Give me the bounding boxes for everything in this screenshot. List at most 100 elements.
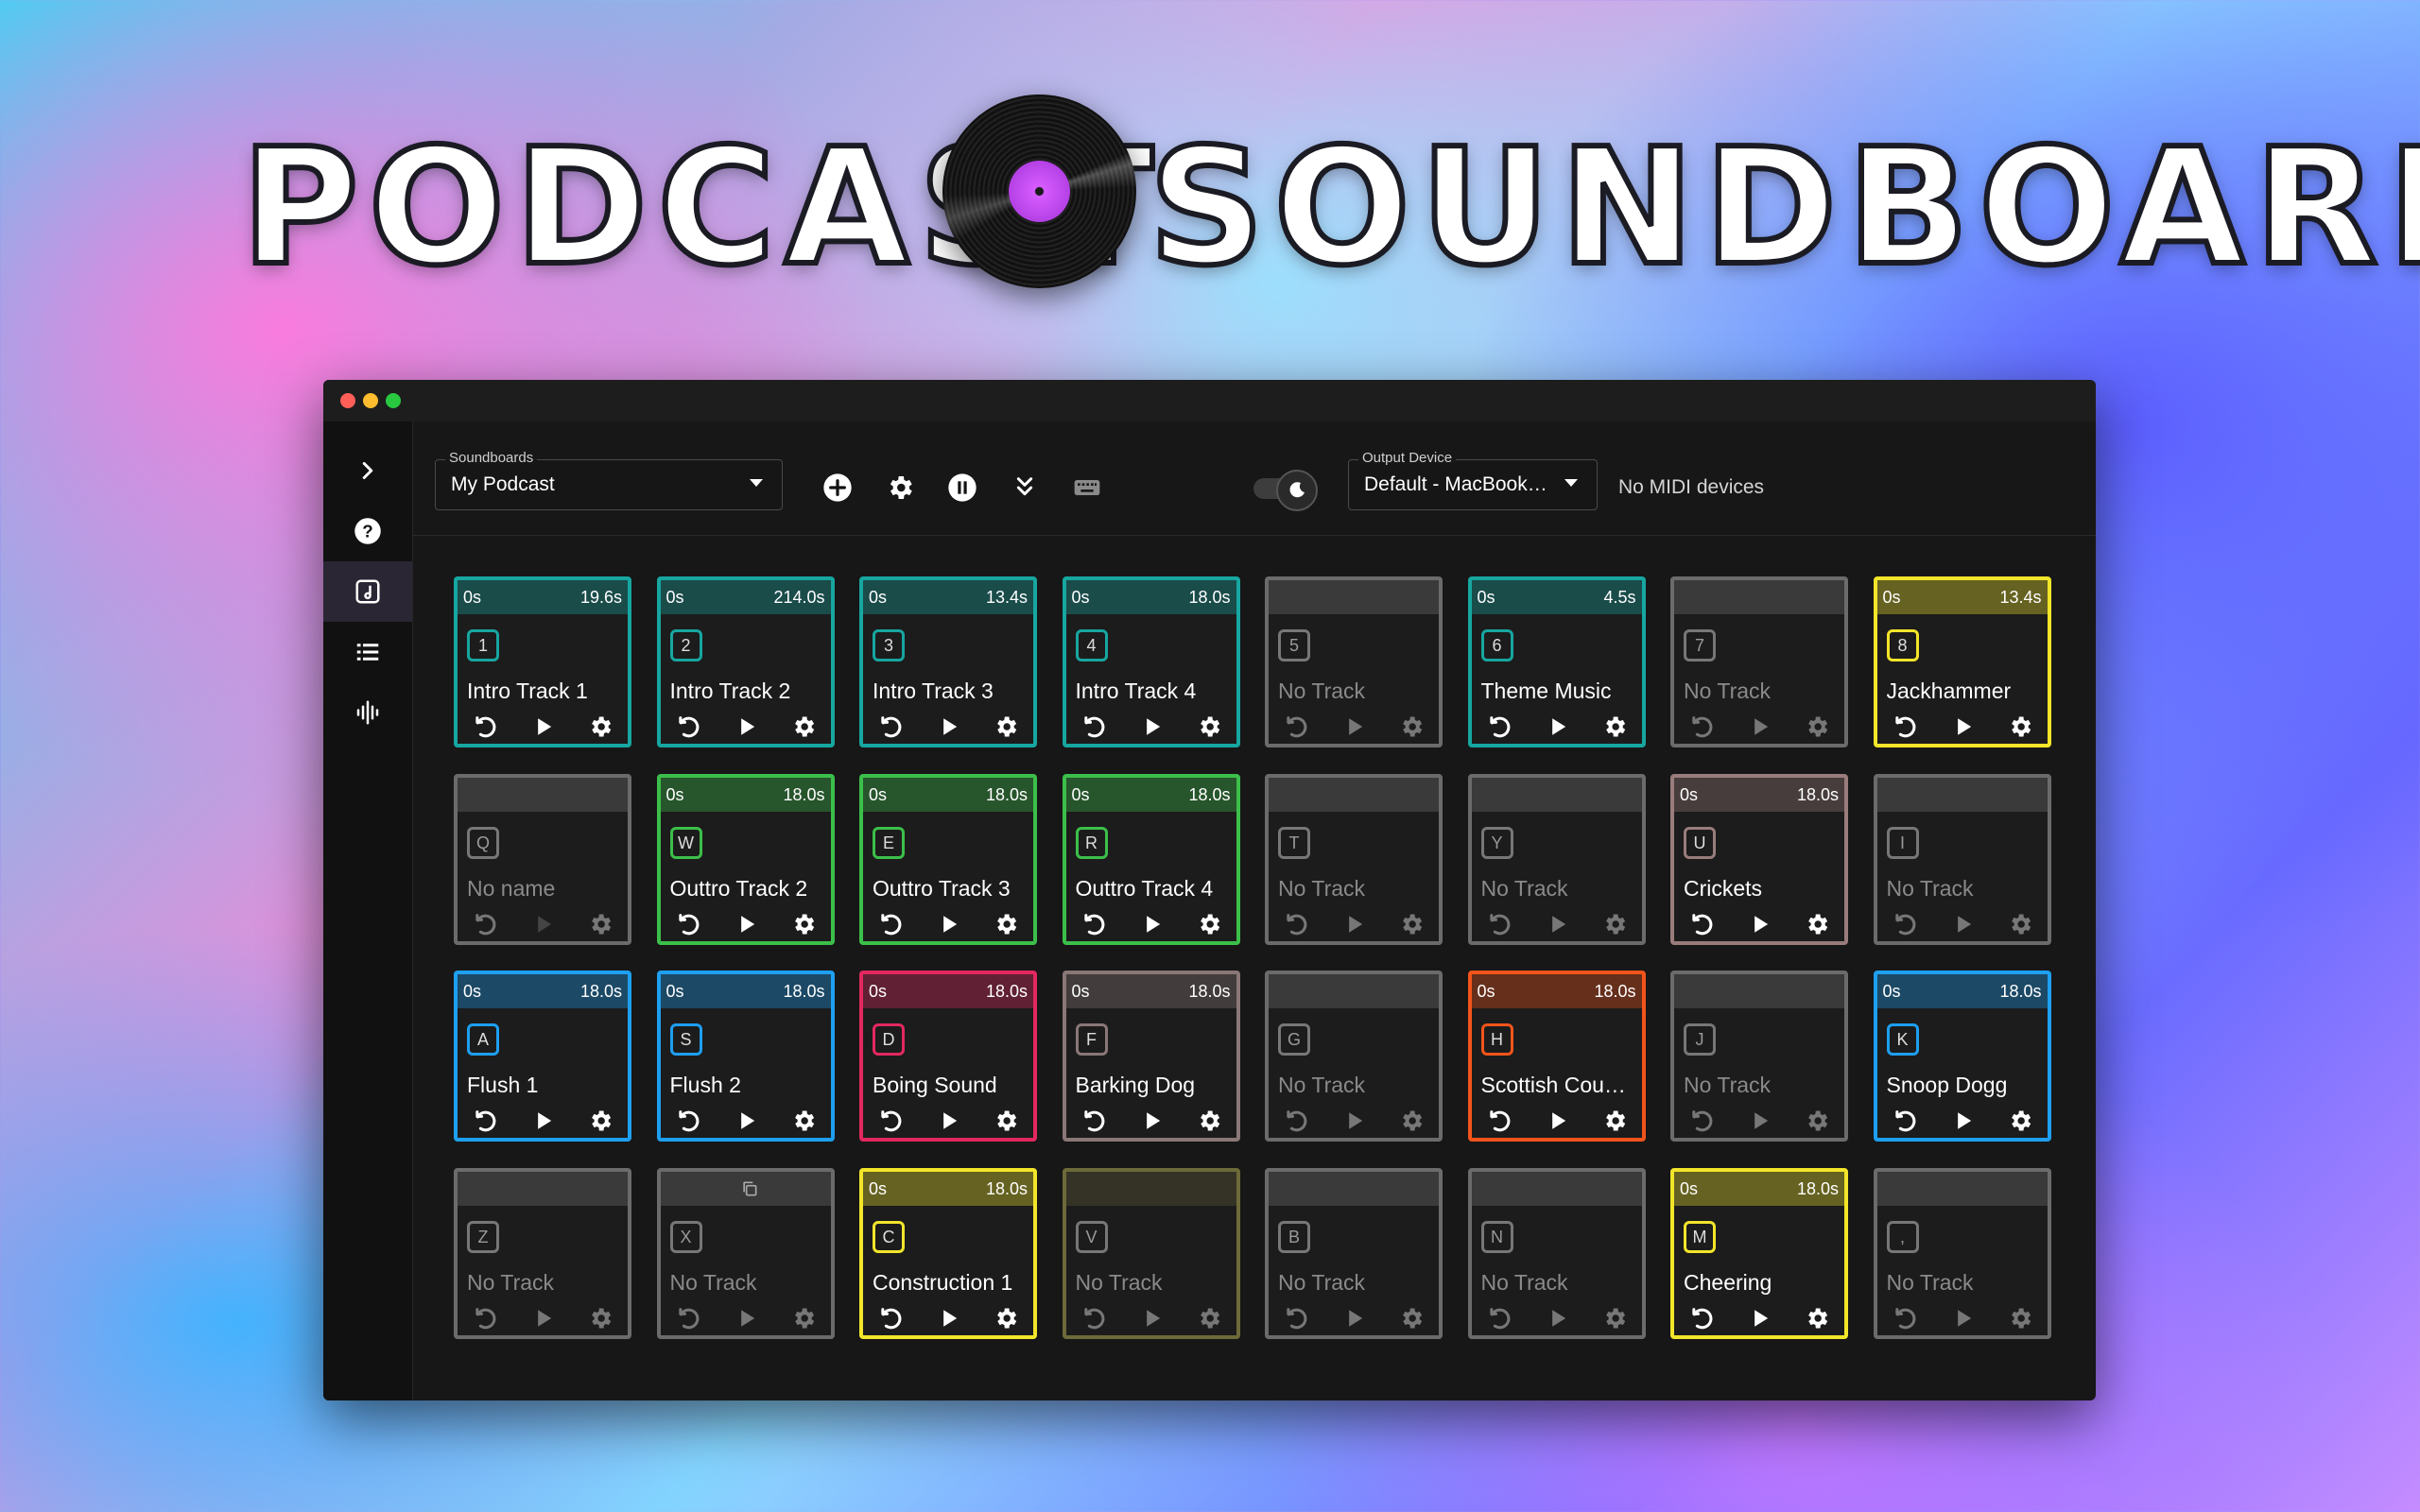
sound-pad-8[interactable]: 0s 13.4s 8 Jackhammer (1873, 576, 2051, 747)
restart-button[interactable] (876, 713, 905, 741)
play-button[interactable] (1138, 1304, 1167, 1332)
sound-pad-7[interactable]: 7 No Track (1670, 576, 1848, 747)
play-button[interactable] (1544, 713, 1572, 741)
play-button[interactable] (1746, 713, 1774, 741)
play-button[interactable] (733, 910, 761, 938)
restart-button[interactable] (1891, 910, 1919, 938)
sound-pad-z[interactable]: Z No Track (454, 1167, 631, 1339)
pad-settings-button[interactable] (586, 1304, 614, 1332)
dark-mode-toggle[interactable] (1253, 470, 1318, 511)
pad-settings-button[interactable] (789, 1107, 818, 1135)
restart-button[interactable] (471, 713, 499, 741)
pad-settings-button[interactable] (992, 1304, 1020, 1332)
sound-pad-r[interactable]: 0s 18.0s R Outtro Track 4 (1062, 773, 1240, 945)
sound-pad-w[interactable]: 0s 18.0s W Outtro Track 2 (656, 773, 835, 945)
add-soundboard-button[interactable] (819, 469, 856, 507)
play-button[interactable] (733, 1107, 761, 1135)
sound-pad-c[interactable]: 0s 18.0s C Construction 1 (859, 1167, 1037, 1339)
play-button[interactable] (1949, 1107, 1978, 1135)
sound-pad-y[interactable]: Y No Track (1467, 773, 1646, 945)
play-button[interactable] (733, 713, 761, 741)
pad-settings-button[interactable] (1803, 910, 1831, 938)
sound-pad-x[interactable]: X No Track (656, 1167, 835, 1339)
help-button[interactable]: ? (323, 501, 412, 561)
play-button[interactable] (529, 1304, 558, 1332)
pad-settings-button[interactable] (789, 1304, 818, 1332)
restart-button[interactable] (1080, 713, 1108, 741)
restart-button[interactable] (471, 1107, 499, 1135)
sound-pad-5[interactable]: 5 No Track (1265, 576, 1443, 747)
pad-settings-button[interactable] (1195, 1304, 1223, 1332)
play-button[interactable] (935, 1304, 963, 1332)
sound-pad-4[interactable]: 0s 18.0s 4 Intro Track 4 (1062, 576, 1240, 747)
restart-button[interactable] (1485, 1304, 1513, 1332)
play-button[interactable] (1949, 910, 1978, 938)
play-button[interactable] (1746, 1107, 1774, 1135)
sound-pad-a[interactable]: 0s 18.0s A Flush 1 (454, 971, 631, 1142)
sound-pad-v[interactable]: V No Track (1062, 1167, 1240, 1339)
restart-button[interactable] (674, 910, 702, 938)
sound-pad-6[interactable]: 0s 4.5s 6 Theme Music (1467, 576, 1646, 747)
play-button[interactable] (529, 713, 558, 741)
play-button[interactable] (733, 1304, 761, 1332)
settings-button[interactable] (881, 469, 919, 507)
collapse-button[interactable] (1006, 469, 1044, 507)
play-button[interactable] (529, 1107, 558, 1135)
pad-settings-button[interactable] (992, 713, 1020, 741)
pad-settings-button[interactable] (789, 713, 818, 741)
restart-button[interactable] (1282, 1107, 1310, 1135)
play-button[interactable] (1949, 713, 1978, 741)
restart-button[interactable] (471, 1304, 499, 1332)
pad-settings-button[interactable] (1397, 713, 1426, 741)
pad-settings-button[interactable] (789, 910, 818, 938)
restart-button[interactable] (674, 1107, 702, 1135)
restart-button[interactable] (1687, 1304, 1716, 1332)
soundboard-select[interactable]: Soundboards My Podcast (435, 450, 783, 510)
sound-pad-n[interactable]: N No Track (1467, 1167, 1646, 1339)
restart-button[interactable] (1485, 910, 1513, 938)
pad-settings-button[interactable] (1195, 910, 1223, 938)
pad-settings-button[interactable] (2006, 910, 2034, 938)
restart-button[interactable] (1282, 1304, 1310, 1332)
play-button[interactable] (1544, 1107, 1572, 1135)
pad-settings-button[interactable] (1195, 1107, 1223, 1135)
play-button[interactable] (1746, 910, 1774, 938)
restart-button[interactable] (1891, 1107, 1919, 1135)
pad-settings-button[interactable] (586, 713, 614, 741)
pad-settings-button[interactable] (2006, 1107, 2034, 1135)
sound-pad-g[interactable]: G No Track (1265, 971, 1443, 1142)
pad-settings-button[interactable] (1397, 1107, 1426, 1135)
restart-button[interactable] (1080, 910, 1108, 938)
sound-pad-m[interactable]: 0s 18.0s M Cheering (1670, 1167, 1848, 1339)
play-button[interactable] (529, 910, 558, 938)
restart-button[interactable] (1282, 910, 1310, 938)
pad-settings-button[interactable] (1195, 713, 1223, 741)
restart-button[interactable] (876, 1304, 905, 1332)
list-view-button[interactable] (323, 622, 412, 682)
sound-pad-e[interactable]: 0s 18.0s E Outtro Track 3 (859, 773, 1037, 945)
restart-button[interactable] (1891, 1304, 1919, 1332)
play-button[interactable] (1544, 910, 1572, 938)
play-button[interactable] (935, 910, 963, 938)
pad-settings-button[interactable] (992, 1107, 1020, 1135)
pad-settings-button[interactable] (1397, 910, 1426, 938)
sound-pad-2[interactable]: 0s 214.0s 2 Intro Track 2 (656, 576, 835, 747)
play-button[interactable] (1340, 910, 1369, 938)
sound-pad-b[interactable]: B No Track (1265, 1167, 1443, 1339)
sound-pad-t[interactable]: T No Track (1265, 773, 1443, 945)
sound-pad-q[interactable]: Q No name (454, 773, 631, 945)
play-button[interactable] (935, 713, 963, 741)
restart-button[interactable] (1485, 1107, 1513, 1135)
play-button[interactable] (1138, 910, 1167, 938)
maximize-window-button[interactable] (386, 393, 401, 408)
pause-all-button[interactable] (943, 469, 981, 507)
restart-button[interactable] (471, 910, 499, 938)
sound-pad-j[interactable]: J No Track (1670, 971, 1848, 1142)
sound-pad-f[interactable]: 0s 18.0s F Barking Dog (1062, 971, 1240, 1142)
restart-button[interactable] (674, 713, 702, 741)
restart-button[interactable] (1687, 1107, 1716, 1135)
pad-settings-button[interactable] (586, 910, 614, 938)
close-window-button[interactable] (340, 393, 355, 408)
play-button[interactable] (1138, 1107, 1167, 1135)
keyboard-button[interactable] (1068, 469, 1106, 507)
